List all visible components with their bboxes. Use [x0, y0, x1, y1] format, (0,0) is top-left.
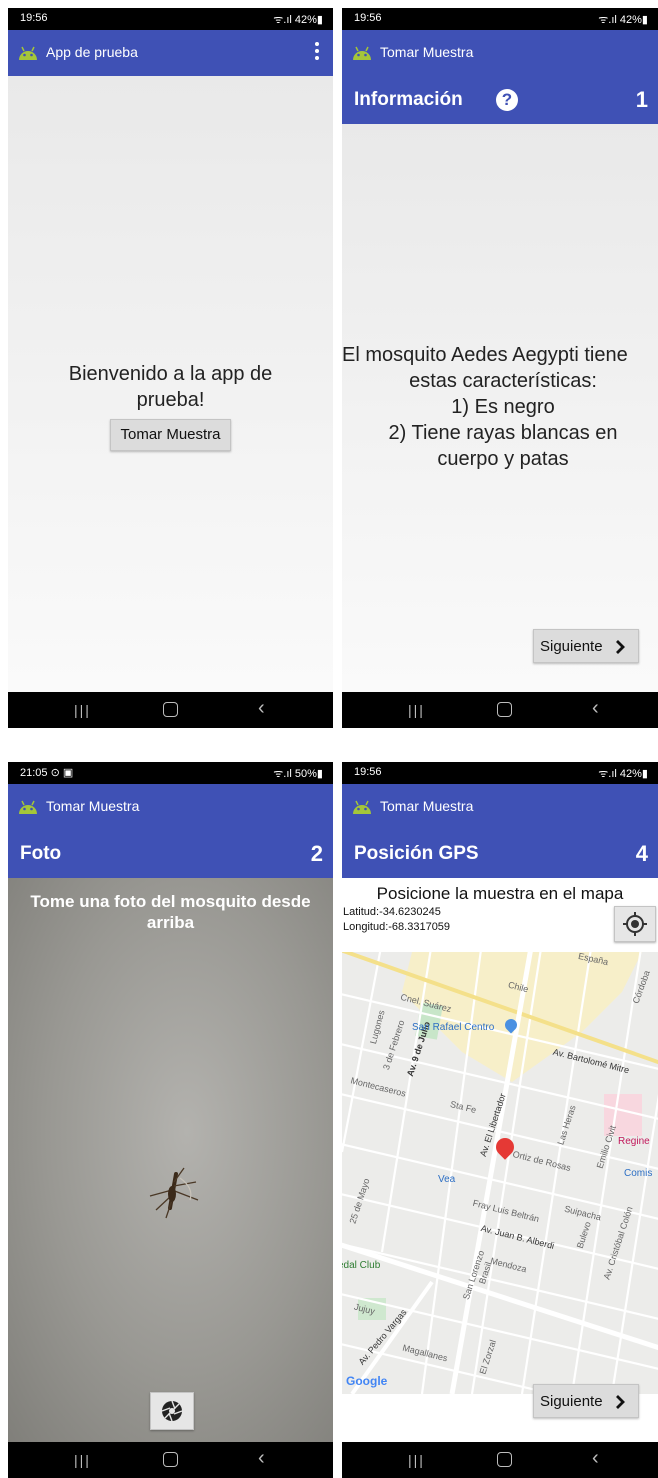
help-icon[interactable]: ? — [496, 89, 518, 111]
home-icon[interactable] — [163, 1452, 178, 1467]
screen-photo: 21:05 ⊙ ▣ ᯤ.ıl 50%▮ Tomar Muestra Foto 2… — [8, 762, 333, 1478]
section-title: Posición GPS — [354, 843, 479, 864]
next-label: Siguiente — [540, 1393, 603, 1410]
app-title: Tomar Muestra — [380, 798, 474, 814]
back-icon[interactable]: ‹ — [258, 1447, 265, 1470]
recents-icon[interactable]: ||| — [408, 1452, 425, 1468]
status-bar: 19:56 ᯤ.ıl 42%▮ — [8, 8, 333, 30]
nav-bar: ||| ‹ — [8, 692, 333, 728]
status-time: 19:56 — [20, 12, 48, 24]
my-location-button[interactable] — [614, 906, 656, 942]
map-label: edal Club — [342, 1260, 381, 1271]
android-logo-icon — [353, 46, 371, 60]
info-line: estas características: — [409, 370, 597, 392]
back-icon[interactable]: ‹ — [258, 697, 265, 720]
step-number: 1 — [635, 87, 648, 112]
back-icon[interactable]: ‹ — [592, 1447, 599, 1470]
status-time: 19:56 — [354, 766, 382, 778]
status-bar: 21:05 ⊙ ▣ ᯤ.ıl 50%▮ — [8, 762, 333, 784]
section-header: Posición GPS 4 — [342, 830, 658, 878]
screen-gps: 19:56 ᯤ.ıl 42%▮ Tomar Muestra Posición G… — [342, 762, 658, 1478]
section-title: Foto — [20, 843, 62, 864]
section-header: Información ? 1 — [342, 76, 658, 124]
info-line: cuerpo y patas — [437, 448, 569, 470]
map-view[interactable]: España Chile Córdoba Cnel. Suárez Lugone… — [342, 952, 658, 1394]
welcome-content: Bienvenido a la app de prueba! Tomar Mue… — [8, 76, 333, 692]
step-number: 4 — [635, 841, 648, 866]
screen-information: 19:56 ᯤ.ıl 42%▮ Tomar Muestra Informació… — [342, 8, 658, 728]
status-indicators: ᯤ.ıl 42%▮ — [598, 768, 648, 780]
nav-bar: ||| ‹ — [342, 692, 658, 728]
take-sample-button[interactable]: Tomar Muestra — [110, 419, 231, 451]
status-bar: 19:56 ᯤ.ıl 42%▮ — [342, 8, 658, 30]
next-button[interactable]: Siguiente — [533, 629, 639, 663]
info-line: 1) Es negro — [451, 396, 555, 418]
next-label: Siguiente — [540, 638, 603, 655]
status-indicators: ᯤ.ıl 42%▮ — [598, 14, 648, 26]
recents-icon[interactable]: ||| — [74, 1452, 91, 1468]
info-text: El mosquito Aedes Aegypti tiene estas ca… — [342, 342, 658, 472]
welcome-text: Bienvenido a la app de prueba! — [68, 363, 273, 411]
mosquito-image — [149, 1167, 199, 1219]
camera-preview[interactable]: Tome una foto del mosquito desde arriba — [8, 878, 333, 1442]
home-icon[interactable] — [497, 1452, 512, 1467]
app-bar: Tomar Muestra — [8, 784, 333, 830]
section-header: Foto 2 — [8, 830, 333, 878]
status-indicators: ᯤ.ıl 50%▮ — [273, 768, 323, 780]
longitude-text: Longitud:-68.3317059 — [343, 921, 451, 933]
app-title: Tomar Muestra — [380, 44, 474, 60]
chevron-right-icon — [616, 1395, 625, 1409]
android-logo-icon — [19, 46, 37, 60]
map-label: Vea — [438, 1174, 456, 1185]
map-label: Comis — [624, 1168, 653, 1179]
info-line: 2) Tiene rayas blancas en — [388, 422, 618, 444]
status-time: 21:05 ⊙ ▣ — [20, 767, 74, 779]
app-title: App de prueba — [46, 44, 138, 60]
map-label: San Rafael Centro — [412, 1022, 495, 1033]
screen-welcome: 19:56 ᯤ.ıl 42%▮ App de prueba Bienvenido… — [8, 8, 333, 728]
latitude-text: Latitud:-34.6230245 — [343, 906, 441, 918]
recents-icon[interactable]: ||| — [74, 702, 91, 718]
google-logo: Google — [346, 1374, 388, 1388]
status-bar: 19:56 ᯤ.ıl 42%▮ — [342, 762, 658, 784]
gps-content: Posicione la muestra en el mapa Latitud:… — [342, 878, 658, 1442]
home-icon[interactable] — [497, 702, 512, 717]
back-icon[interactable]: ‹ — [592, 697, 599, 720]
status-indicators: ᯤ.ıl 42%▮ — [273, 14, 323, 26]
nav-bar: ||| ‹ — [8, 1442, 333, 1478]
overflow-menu-icon[interactable] — [315, 42, 319, 64]
shutter-button[interactable] — [150, 1392, 194, 1430]
home-icon[interactable] — [163, 702, 178, 717]
android-logo-icon — [353, 800, 371, 814]
next-button[interactable]: Siguiente — [533, 1384, 639, 1418]
app-bar: Tomar Muestra — [342, 784, 658, 830]
step-number: 2 — [310, 841, 323, 866]
crosshair-icon — [623, 912, 647, 936]
app-bar: Tomar Muestra — [342, 30, 658, 76]
app-title: Tomar Muestra — [46, 798, 140, 814]
chevron-right-icon — [616, 640, 625, 654]
gps-instruction: Posicione la muestra en el mapa — [376, 884, 624, 903]
android-logo-icon — [19, 800, 37, 814]
info-content: El mosquito Aedes Aegypti tiene estas ca… — [342, 124, 658, 692]
app-bar: App de prueba — [8, 30, 333, 76]
map-label: Regine — [618, 1136, 650, 1147]
camera-shutter-icon — [161, 1400, 183, 1422]
nav-bar: ||| ‹ — [342, 1442, 658, 1478]
status-time: 19:56 — [354, 12, 382, 24]
section-title: Información — [354, 89, 463, 110]
photo-instruction: Tome una foto del mosquito desde arriba — [30, 892, 311, 932]
info-line: El mosquito Aedes Aegypti tiene — [342, 344, 628, 366]
recents-icon[interactable]: ||| — [408, 702, 425, 718]
